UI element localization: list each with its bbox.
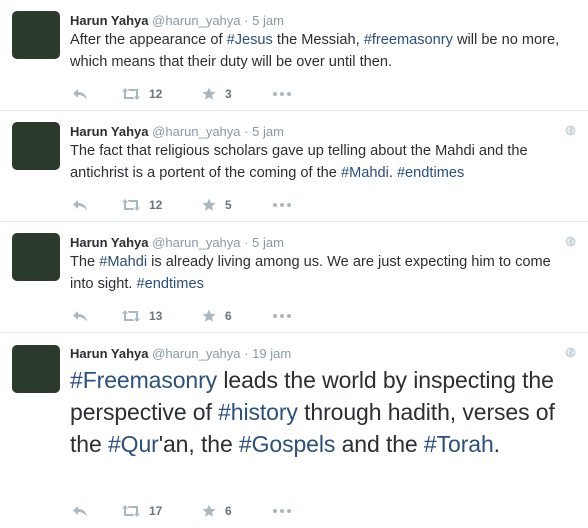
- reply-icon: [73, 200, 87, 211]
- favorite-button[interactable]: 6: [202, 308, 232, 324]
- username[interactable]: @harun_yahya: [152, 235, 240, 250]
- reply-icon: [73, 506, 87, 517]
- tweet-text-segment: 'an, the: [158, 431, 239, 457]
- star-icon: [202, 87, 216, 100]
- retweet-icon: [122, 310, 140, 322]
- retweet-button[interactable]: 17: [122, 503, 162, 519]
- favorite-count: 6: [225, 504, 232, 518]
- retweet-icon: [122, 88, 140, 100]
- tweet-text: The #Mahdi is already living among us. W…: [70, 251, 570, 295]
- reply-button[interactable]: [72, 308, 88, 324]
- tweet[interactable]: Harun Yahya @harun_yahya · 5 jam After t…: [0, 0, 588, 111]
- favorite-count: 6: [225, 309, 232, 323]
- more-icon: [273, 314, 291, 318]
- star-icon: [202, 309, 216, 322]
- hashtag-link[interactable]: #Torah: [424, 431, 494, 457]
- separator: ·: [244, 124, 249, 139]
- reply-button[interactable]: [72, 503, 88, 519]
- username[interactable]: @harun_yahya: [152, 13, 240, 28]
- tweet-text: #Freemasonry leads the world by inspecti…: [70, 364, 570, 460]
- avatar[interactable]: [12, 233, 60, 281]
- fullname[interactable]: Harun Yahya: [70, 235, 149, 250]
- more-icon: [273, 203, 291, 207]
- favorite-button[interactable]: 6: [202, 503, 232, 519]
- tweet-header: Harun Yahya @harun_yahya · 5 jam: [70, 13, 284, 29]
- tweet[interactable]: Harun Yahya @harun_yahya · 5 jam The fac…: [0, 111, 588, 222]
- timestamp[interactable]: 5 jam: [252, 13, 284, 28]
- separator: ·: [244, 13, 249, 28]
- username[interactable]: @harun_yahya: [152, 124, 240, 139]
- fullname[interactable]: Harun Yahya: [70, 346, 149, 361]
- tweet-text-segment: After the appearance of: [70, 32, 227, 48]
- globe-icon: [565, 236, 576, 247]
- hashtag-link[interactable]: #endtimes: [397, 165, 464, 181]
- tweet-header: Harun Yahya @harun_yahya · 5 jam: [70, 235, 284, 251]
- retweet-button[interactable]: 13: [122, 308, 162, 324]
- globe-icon: [565, 347, 576, 358]
- avatar[interactable]: [12, 122, 60, 170]
- fullname[interactable]: Harun Yahya: [70, 124, 149, 139]
- hashtag-link[interactable]: #history: [218, 399, 298, 425]
- reply-button[interactable]: [72, 86, 88, 102]
- favorite-count: 3: [225, 87, 232, 101]
- globe-icon: [565, 125, 576, 136]
- hashtag-link[interactable]: #Gospels: [239, 431, 335, 457]
- retweet-count: 13: [149, 309, 163, 323]
- retweet-icon: [122, 199, 140, 211]
- tweet-header: Harun Yahya @harun_yahya · 5 jam: [70, 124, 284, 140]
- favorite-count: 5: [225, 198, 232, 212]
- tweet[interactable]: Harun Yahya @harun_yahya · 5 jam The #Ma…: [0, 222, 588, 333]
- retweet-icon: [122, 505, 140, 517]
- avatar[interactable]: [12, 345, 60, 393]
- more-button[interactable]: [273, 197, 291, 213]
- reply-icon: [73, 89, 87, 100]
- hashtag-link[interactable]: #freemasonry: [364, 32, 453, 48]
- tweet[interactable]: Harun Yahya @harun_yahya · 19 jam #Freem…: [0, 333, 588, 528]
- more-button[interactable]: [273, 503, 291, 519]
- tweet-text: After the appearance of #Jesus the Messi…: [70, 29, 570, 73]
- more-button[interactable]: [273, 308, 291, 324]
- more-icon: [273, 92, 291, 96]
- retweet-count: 17: [149, 504, 163, 518]
- reply-icon: [73, 311, 87, 322]
- tweet-text: The fact that religious scholars gave up…: [70, 140, 570, 184]
- tweet-text-segment: .: [493, 431, 500, 457]
- favorite-button[interactable]: 3: [202, 86, 232, 102]
- star-icon: [202, 198, 216, 211]
- hashtag-link[interactable]: #endtimes: [137, 276, 204, 292]
- separator: ·: [244, 235, 249, 250]
- retweet-count: 12: [149, 198, 163, 212]
- tweet-text-segment: .: [388, 165, 397, 181]
- hashtag-link[interactable]: #Freemasonry: [70, 367, 217, 393]
- hashtag-link[interactable]: #Qur: [108, 431, 159, 457]
- star-icon: [202, 504, 216, 517]
- timestamp[interactable]: 5 jam: [252, 124, 284, 139]
- timestamp[interactable]: 5 jam: [252, 235, 284, 250]
- avatar[interactable]: [12, 11, 60, 59]
- tweet-header: Harun Yahya @harun_yahya · 19 jam: [70, 346, 291, 362]
- more-button[interactable]: [273, 86, 291, 102]
- tweet-text-segment: and the: [335, 431, 424, 457]
- favorite-button[interactable]: 5: [202, 197, 232, 213]
- hashtag-link[interactable]: #Jesus: [227, 32, 273, 48]
- retweet-button[interactable]: 12: [122, 197, 162, 213]
- fullname[interactable]: Harun Yahya: [70, 13, 149, 28]
- timestamp[interactable]: 19 jam: [252, 346, 291, 361]
- tweet-text-segment: The: [70, 254, 100, 270]
- retweet-count: 12: [149, 87, 163, 101]
- separator: ·: [244, 346, 249, 361]
- hashtag-link[interactable]: #Mahdi: [341, 165, 389, 181]
- tweet-text-segment: the Messiah,: [272, 32, 364, 48]
- hashtag-link[interactable]: #Mahdi: [99, 254, 147, 270]
- more-icon: [273, 509, 291, 513]
- retweet-button[interactable]: 12: [122, 86, 162, 102]
- reply-button[interactable]: [72, 197, 88, 213]
- username[interactable]: @harun_yahya: [152, 346, 240, 361]
